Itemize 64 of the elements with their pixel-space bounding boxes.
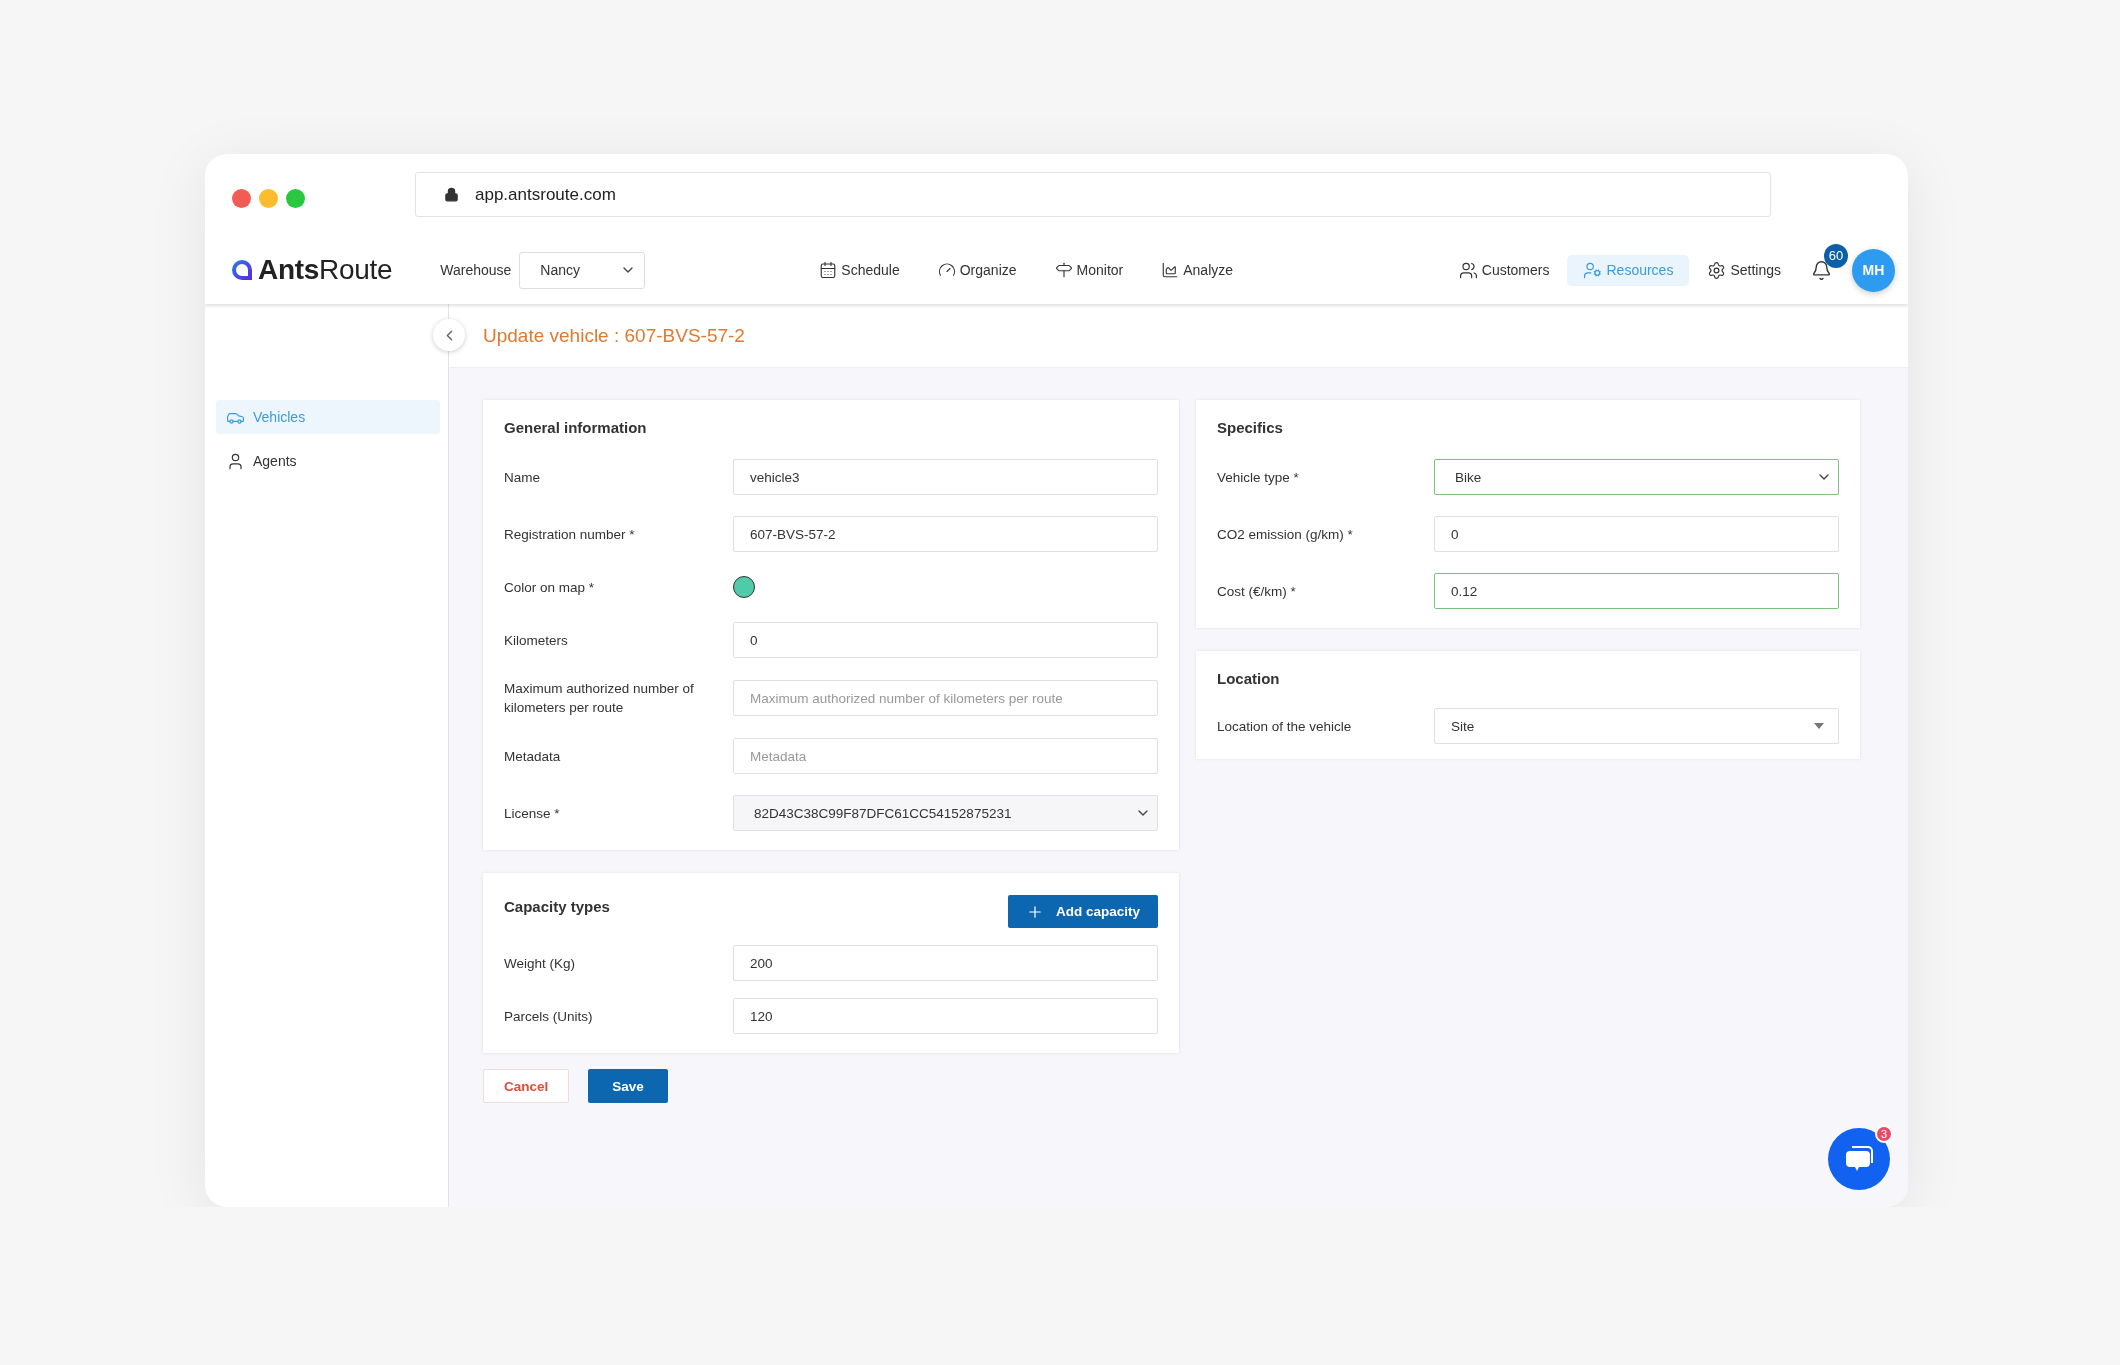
field-label: Maximum authorized number of kilometers per route xyxy=(504,680,695,717)
text-field[interactable]: 0 xyxy=(1434,516,1839,552)
save-button[interactable]: Save xyxy=(588,1069,668,1103)
text-field[interactable]: Metadata xyxy=(733,738,1158,774)
nav-link[interactable]: Organize xyxy=(933,255,1021,285)
user-gear-icon xyxy=(1583,260,1603,280)
add-capacity-button[interactable]: Add capacity xyxy=(1008,895,1158,928)
caret-down-icon xyxy=(1814,723,1824,729)
text-field[interactable]: vehicle3 xyxy=(733,459,1158,495)
text-field[interactable]: 200 xyxy=(733,945,1158,981)
field-label: Color on map * xyxy=(504,578,596,597)
sidebar-item[interactable]: Agents xyxy=(216,444,440,478)
card-title: Specifics xyxy=(1217,418,1284,438)
text-field[interactable]: Maximum authorized number of kilometers per route xyxy=(733,680,1158,716)
card-title: Location xyxy=(1217,669,1281,689)
url-text: app.antsroute.com xyxy=(475,184,616,205)
person-icon xyxy=(226,451,245,471)
signpost-icon xyxy=(1054,261,1073,279)
nav-link[interactable]: Analyze xyxy=(1157,255,1238,285)
text-field[interactable]: 607-BVS-57-2 xyxy=(733,516,1158,552)
settings-icon xyxy=(1707,260,1727,280)
chat-bubble-icon xyxy=(1844,1145,1874,1173)
field-label: Cost (€/km) * xyxy=(1217,582,1297,601)
field-label: Registration number * xyxy=(504,525,636,544)
field-label: Parcels (Units) xyxy=(504,1007,594,1026)
select-field[interactable]: Site xyxy=(1434,708,1839,744)
card-title: General information xyxy=(504,418,648,438)
address-bar[interactable]: app.antsroute.com xyxy=(415,172,1771,217)
field-label: Vehicle type * xyxy=(1217,468,1300,487)
lock-icon xyxy=(444,187,459,202)
select-field[interactable]: Bike xyxy=(1434,459,1839,495)
logo-text: AntsRoute xyxy=(258,254,393,286)
minimize-dot[interactable] xyxy=(259,189,278,208)
area-chart-icon xyxy=(1161,261,1180,279)
nav-link[interactable]: Settings xyxy=(1703,254,1785,286)
field-label: CO2 emission (g/km) * xyxy=(1217,525,1354,544)
notification-badge: 60 xyxy=(1824,243,1848,268)
field-label: Metadata xyxy=(504,747,562,766)
color-swatch[interactable] xyxy=(733,576,755,598)
warehouse-select[interactable]: Nancy xyxy=(519,251,646,289)
nav-link[interactable]: Schedule xyxy=(815,255,904,285)
nav-link[interactable]: Monitor xyxy=(1050,255,1128,285)
cancel-button[interactable]: Cancel xyxy=(483,1069,570,1103)
text-field[interactable]: 0 xyxy=(733,622,1158,658)
field-label: Name xyxy=(504,468,541,487)
select-field[interactable]: 82D43C38C99F87DFC61CC54152875231 xyxy=(733,795,1158,831)
warehouse-label: Warehouse xyxy=(440,262,512,278)
calendar-icon xyxy=(819,261,838,279)
close-dot[interactable] xyxy=(232,189,251,208)
field-label: Location of the vehicle xyxy=(1217,717,1353,736)
text-field[interactable]: 120 xyxy=(733,998,1158,1034)
people-icon xyxy=(1458,260,1478,280)
gauge-icon xyxy=(937,261,956,279)
page-title: Update vehicle : 607-BVS-57-2 xyxy=(483,324,745,347)
field-label: License * xyxy=(504,804,561,823)
logo-icon xyxy=(230,258,254,282)
field-label: Kilometers xyxy=(504,631,569,650)
bell-icon[interactable] xyxy=(1811,259,1832,281)
collapse-button[interactable] xyxy=(433,319,465,351)
field-label: Weight (Kg) xyxy=(504,954,577,973)
nav-link[interactable]: Customers xyxy=(1454,254,1554,286)
text-field[interactable]: 0.12 xyxy=(1434,573,1839,609)
maximize-dot[interactable] xyxy=(286,189,305,208)
card-title: Capacity types xyxy=(504,896,610,917)
